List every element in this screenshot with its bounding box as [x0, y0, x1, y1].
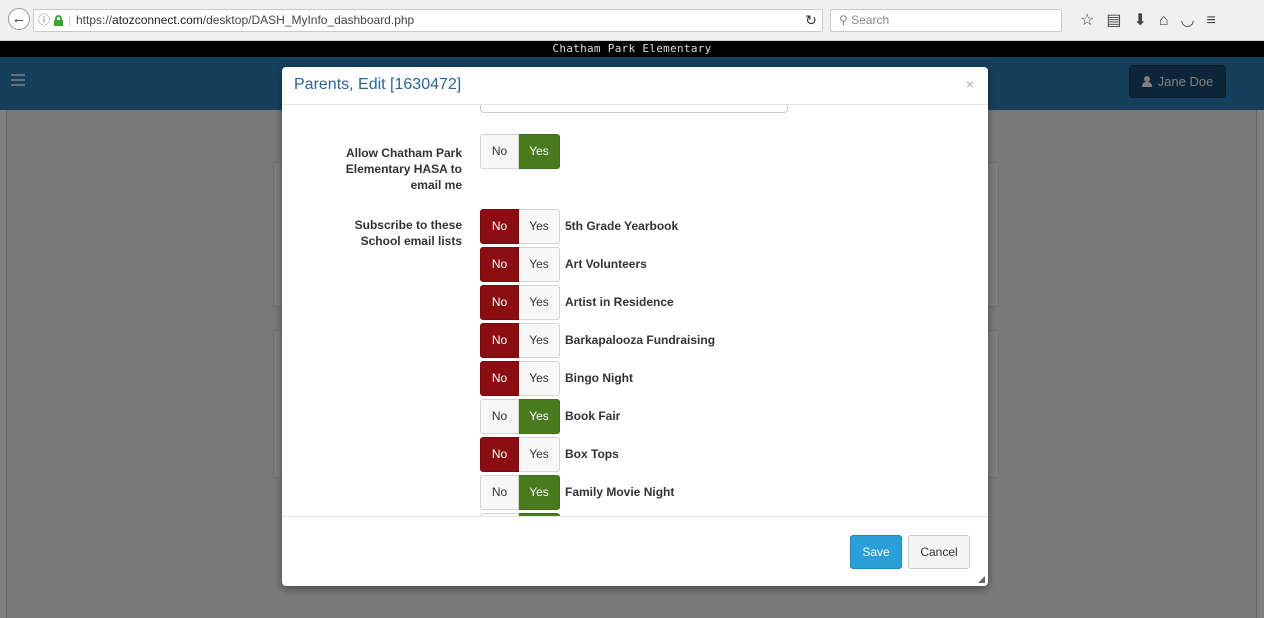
subscription-yes[interactable]: Yes [519, 209, 560, 244]
subscription-no[interactable]: No [480, 437, 519, 472]
subscription-yes[interactable]: Yes [519, 437, 560, 472]
subscription-toggle[interactable]: No Yes [480, 361, 560, 396]
subscription-no[interactable]: No [480, 285, 519, 320]
reload-icon[interactable]: ↻ [800, 9, 822, 32]
subscription-name: Box Tops [565, 447, 619, 461]
bookmark-star-icon[interactable]: ☆ [1080, 9, 1094, 32]
subscription-toggle[interactable]: No Yes [480, 247, 560, 282]
address-bar[interactable]: ⓘ | https://atozconnect.com/desktop/DASH… [33, 9, 823, 32]
modal-body[interactable]: Allow Chatham Park Elementary HASA to em… [282, 105, 988, 516]
subscription-name: Bingo Night [565, 371, 633, 385]
subscription-yes[interactable]: Yes [519, 399, 560, 434]
subscription-no[interactable]: No [480, 323, 519, 358]
subscription-toggle[interactable]: No Yes [480, 475, 560, 510]
cancel-button[interactable]: Cancel [908, 535, 970, 569]
subscription-no[interactable]: No [480, 361, 519, 396]
reading-list-icon[interactable]: ▤ [1106, 9, 1121, 32]
subscription-toggle[interactable]: No Yes [480, 437, 560, 472]
subscription-name: Art Volunteers [565, 257, 647, 271]
subscription-toggle[interactable]: No Yes [480, 323, 560, 358]
modal-footer: Save Cancel [282, 516, 988, 586]
subscription-no[interactable]: No [480, 209, 519, 244]
url-separator: | [68, 13, 72, 27]
text-input-partial[interactable] [480, 105, 788, 113]
subscription-name: 5th Grade Yearbook [565, 219, 679, 233]
subscription-name: Barkapalooza Fundraising [565, 333, 716, 347]
subscribe-label: Subscribe to these School email lists [354, 218, 462, 248]
allow-email-toggle[interactable]: No Yes [480, 134, 560, 169]
school-name-bar: Chatham Park Elementary [0, 41, 1264, 57]
browser-toolbar: ← ⓘ | https://atozconnect.com/desktop/DA… [0, 0, 1264, 41]
modal-title: Parents, Edit [1630472] [294, 76, 462, 93]
url-text[interactable]: https://atozconnect.com/desktop/DASH_MyI… [76, 10, 414, 31]
subscription-no[interactable]: No [480, 399, 519, 434]
subscription-yes[interactable]: Yes [519, 247, 560, 282]
home-icon[interactable]: ⌂ [1159, 9, 1169, 32]
school-name: Chatham Park Elementary [552, 42, 712, 55]
resize-grip-icon[interactable] [978, 576, 985, 583]
modal-header: Parents, Edit [1630472] × [282, 67, 988, 105]
close-icon[interactable]: × [966, 76, 974, 92]
url-path: /desktop/DASH_MyInfo_dashboard.php [202, 13, 415, 27]
edit-parent-modal: Parents, Edit [1630472] × Allow Chatham … [282, 67, 988, 586]
subscription-toggle[interactable]: No Yes [480, 399, 560, 434]
subscription-no[interactable]: No [480, 475, 519, 510]
save-button[interactable]: Save [850, 535, 902, 569]
download-icon[interactable]: ⬇ [1133, 9, 1146, 32]
allow-email-no[interactable]: No [480, 134, 519, 169]
url-domain: atozconnect.com [112, 13, 203, 27]
subscription-name: Family Movie Night [565, 485, 675, 499]
search-icon: ⚲ [839, 13, 852, 27]
subscription-toggle[interactable]: No Yes [480, 209, 560, 244]
subscription-yes[interactable]: Yes [519, 361, 560, 396]
back-arrow-icon[interactable]: ← [8, 8, 30, 30]
allow-email-yes[interactable]: Yes [519, 134, 560, 169]
menu-icon[interactable]: ≡ [1207, 9, 1216, 32]
subscription-name: Artist in Residence [565, 295, 674, 309]
info-icon[interactable]: ⓘ [38, 10, 50, 31]
subscription-yes[interactable]: Yes [519, 323, 560, 358]
url-prefix: https:// [76, 13, 113, 27]
subscription-yes[interactable]: Yes [519, 475, 560, 510]
subscription-name: Book Fair [565, 409, 621, 423]
pocket-icon[interactable]: ◡ [1181, 9, 1195, 32]
subscription-toggle[interactable]: No Yes [480, 285, 560, 320]
browser-search-input[interactable]: ⚲ Search [830, 9, 1062, 32]
allow-email-label: Allow Chatham Park Elementary HASA to em… [345, 146, 462, 192]
browser-toolbar-icons: ☆ ▤ ⬇ ⌂ ◡ ≡ [1080, 9, 1216, 32]
subscription-yes[interactable]: Yes [519, 285, 560, 320]
subscription-no[interactable]: No [480, 247, 519, 282]
search-placeholder: Search [851, 13, 890, 27]
lock-icon[interactable] [54, 15, 63, 26]
